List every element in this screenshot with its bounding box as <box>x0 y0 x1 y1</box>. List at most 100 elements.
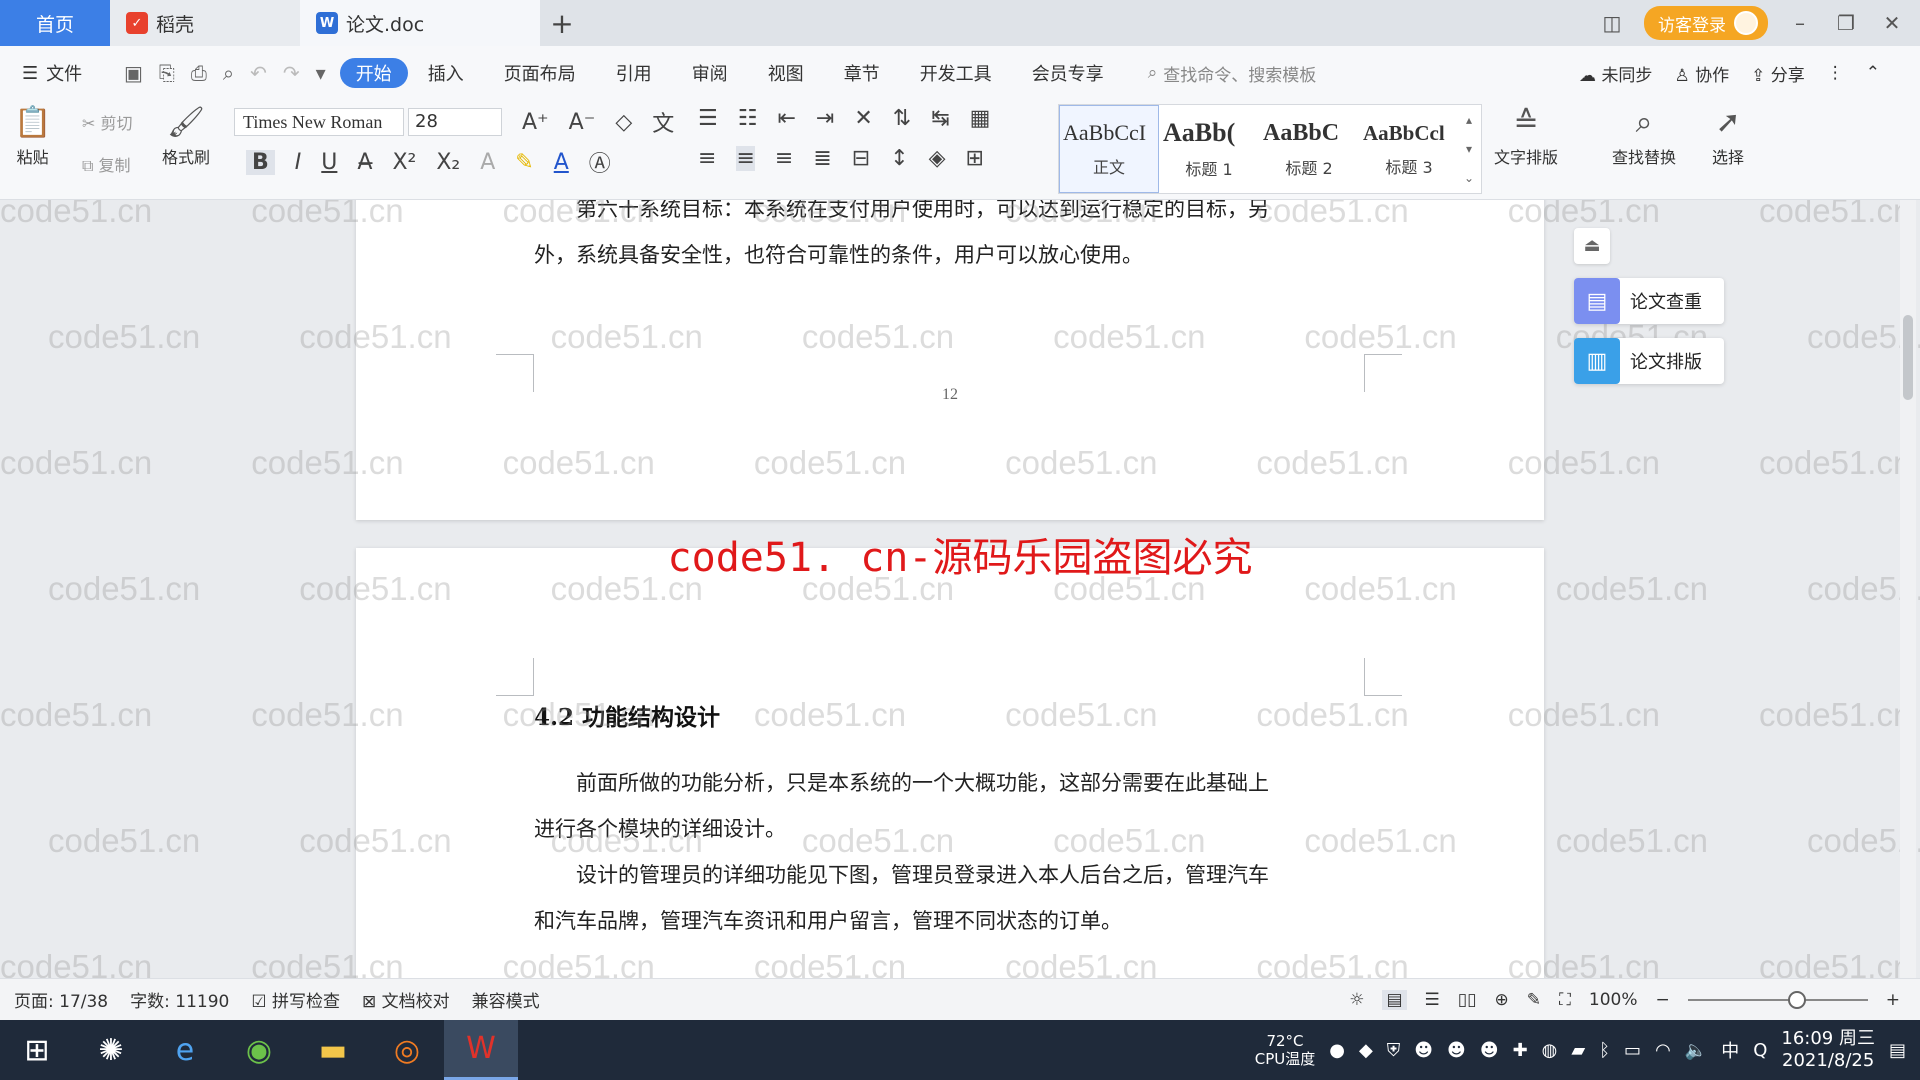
select-button[interactable]: ➚ 选择 <box>1712 106 1744 168</box>
phonetic-icon[interactable]: 文 <box>652 106 674 138</box>
browser-360-icon[interactable]: ◉ <box>222 1020 296 1080</box>
side-panel-collapse-button[interactable]: ⏏ <box>1574 228 1610 264</box>
subscript-icon[interactable]: X₂ <box>436 150 460 175</box>
tray-app-icon[interactable]: ● <box>1329 1040 1345 1061</box>
layout-toggle-icon[interactable]: ◫ <box>1598 11 1626 35</box>
indent-icon[interactable]: ⇥ <box>816 106 834 131</box>
line-spacing-icon[interactable]: ↕ <box>890 146 908 171</box>
chevron-down-icon[interactable]: ▾ <box>1466 142 1472 156</box>
document-page-12[interactable]: 第六十系统目标：本系统在支付用户使用时，可以达到运行稳定的目标，另 外，系统具备… <box>356 200 1544 520</box>
distribute-icon[interactable]: ⊟ <box>852 146 870 171</box>
document-page-13[interactable]: 4.2 功能结构设计 前面所做的功能分析，只是本系统的一个大概功能，这部分需要在… <box>356 548 1544 978</box>
cpu-temperature[interactable]: 72°C CPU温度 <box>1255 1032 1316 1068</box>
menu-tab-section[interactable]: 章节 <box>824 58 900 88</box>
zoom-in-icon[interactable]: + <box>1886 990 1900 1010</box>
zoom-level[interactable]: 100% <box>1589 990 1638 1010</box>
word-count[interactable]: 字数: 11190 <box>130 987 229 1012</box>
collapse-ribbon-icon[interactable]: ⌃ <box>1866 63 1880 83</box>
tab-home[interactable]: 首页 <box>0 0 110 46</box>
char-border-icon[interactable]: Ⓐ <box>589 146 611 178</box>
print-icon[interactable]: ⎙ <box>191 61 207 85</box>
style-heading-3[interactable]: AaBbCcl 标题 3 <box>1359 105 1459 193</box>
style-heading-2[interactable]: AaBbC 标题 2 <box>1259 105 1359 193</box>
input-method-indicator[interactable]: 中 <box>1721 1037 1739 1063</box>
menu-tab-references[interactable]: 引用 <box>596 58 672 88</box>
proofread-button[interactable]: ⊠ 文档校对 <box>362 987 450 1012</box>
menu-tab-page-layout[interactable]: 页面布局 <box>484 58 596 88</box>
customize-chevron-icon[interactable]: ▾ <box>316 61 326 85</box>
font-color-icon[interactable]: A <box>554 150 569 175</box>
copy-button[interactable]: ⧉ 复制 <box>82 152 131 176</box>
tray-qq-icon[interactable]: ☻ <box>1480 1040 1499 1061</box>
bold-icon[interactable]: B <box>246 149 275 175</box>
borders-icon[interactable]: ⊞ <box>966 146 984 171</box>
menu-tab-developer[interactable]: 开发工具 <box>900 58 1012 88</box>
minimize-button[interactable]: – <box>1786 11 1814 35</box>
superscript-icon[interactable]: X² <box>392 150 416 175</box>
reading-view-icon[interactable]: ▯▯ <box>1458 990 1477 1010</box>
collab-button[interactable]: ♙ 协作 <box>1674 61 1729 86</box>
align-left-icon[interactable]: ≡ <box>698 146 716 171</box>
style-heading-1[interactable]: AaBb( 标题 1 <box>1159 105 1259 193</box>
zoom-slider-knob[interactable] <box>1787 991 1806 1009</box>
web-view-icon[interactable]: ⊕ <box>1494 990 1508 1010</box>
tray-shield-icon[interactable]: ⛨ <box>1387 1040 1401 1061</box>
sort-icon[interactable]: ⇅ <box>893 106 911 131</box>
menu-tab-review[interactable]: 审阅 <box>672 58 748 88</box>
tab-daoke[interactable]: ✓ 稻壳 <box>110 0 300 46</box>
spell-check-button[interactable]: ☑ 拼写检查 <box>251 987 340 1012</box>
tray-plus-icon[interactable]: ✚ <box>1513 1040 1528 1061</box>
windows-start-icon[interactable]: ⊞ <box>0 1020 74 1080</box>
tray-chat-icon[interactable]: ◍ <box>1542 1040 1558 1061</box>
redo-icon[interactable]: ↷ <box>283 61 300 85</box>
strikethrough-icon[interactable]: A̶ <box>357 150 372 175</box>
print-preview-icon[interactable]: ⌕ <box>223 61 234 85</box>
thesis-check-button[interactable]: ▤ 论文查重 <box>1574 278 1724 324</box>
style-gallery-scroll[interactable]: ▴ ▾ ⌄ <box>1459 105 1479 193</box>
tray-gpu-icon[interactable]: ▰ <box>1571 1040 1585 1061</box>
text-effect-icon[interactable]: A <box>480 150 495 175</box>
sync-button[interactable]: ☁ 未同步 <box>1579 61 1652 86</box>
undo-icon[interactable]: ↶ <box>250 61 267 85</box>
more-icon[interactable]: ⋮ <box>1827 63 1844 83</box>
tray-qq-icon[interactable]: ☻ <box>1447 1040 1466 1061</box>
expand-gallery-icon[interactable]: ⌄ <box>1464 171 1474 185</box>
cut-button[interactable]: ✂ 剪切 <box>82 110 133 134</box>
shrink-font-icon[interactable]: A⁻ <box>569 110 596 135</box>
page-indicator[interactable]: 页面: 17/38 <box>14 987 108 1012</box>
format-painter-button[interactable]: 🖌 格式刷 <box>162 106 210 168</box>
command-search[interactable]: ⌕ 查找命令、搜索模板 <box>1148 61 1317 86</box>
text-direction-icon[interactable]: ↹ <box>931 106 949 131</box>
menu-tab-home[interactable]: 开始 <box>339 58 408 88</box>
tab-document[interactable]: W 论文.doc <box>300 0 540 46</box>
text-layout-button[interactable]: ≙ 文字排版 <box>1494 106 1558 168</box>
close-button[interactable]: ✕ <box>1878 11 1906 35</box>
underline-icon[interactable]: U <box>321 150 337 175</box>
new-tab-button[interactable]: + <box>540 0 584 46</box>
style-normal[interactable]: AaBbCcI 正文 <box>1059 105 1159 193</box>
grow-font-icon[interactable]: A⁺ <box>522 110 549 135</box>
volume-icon[interactable]: 🔈 <box>1685 1040 1707 1061</box>
page-view-icon[interactable]: ▤ <box>1382 990 1407 1010</box>
vertical-scrollbar[interactable] <box>1900 200 1916 978</box>
guest-login-button[interactable]: 访客登录 <box>1644 6 1768 40</box>
menu-tab-insert[interactable]: 插入 <box>408 58 484 88</box>
thesis-layout-button[interactable]: ▥ 论文排版 <box>1574 338 1724 384</box>
table-tools-icon[interactable]: ▦ <box>970 106 991 131</box>
wps-writer-icon[interactable]: W <box>444 1020 518 1080</box>
font-name-select[interactable]: Times New Roman <box>234 108 404 136</box>
bluetooth-icon[interactable]: ᛒ <box>1599 1040 1610 1061</box>
tray-network-share-icon[interactable]: ◆ <box>1359 1040 1373 1061</box>
justify-icon[interactable]: ≣ <box>813 146 831 171</box>
find-replace-button[interactable]: ⌕ 查找替换 <box>1612 106 1676 168</box>
number-list-icon[interactable]: ☷ <box>738 106 758 131</box>
zoom-slider[interactable] <box>1687 991 1868 1009</box>
highlight-icon[interactable]: ✎ <box>515 150 533 175</box>
font-size-select[interactable]: 28 <box>408 108 502 136</box>
outdent-icon[interactable]: ⇤ <box>777 106 795 131</box>
document-canvas[interactable]: 第六十系统目标：本系统在支付用户使用时，可以达到运行稳定的目标，另 外，系统具备… <box>0 200 1920 978</box>
shading-icon[interactable]: ◈ <box>929 146 946 171</box>
media-app-icon[interactable]: ◎ <box>370 1020 444 1080</box>
wifi-icon[interactable]: ◠ <box>1655 1040 1671 1061</box>
align-center-icon[interactable]: ≡ <box>736 146 755 171</box>
